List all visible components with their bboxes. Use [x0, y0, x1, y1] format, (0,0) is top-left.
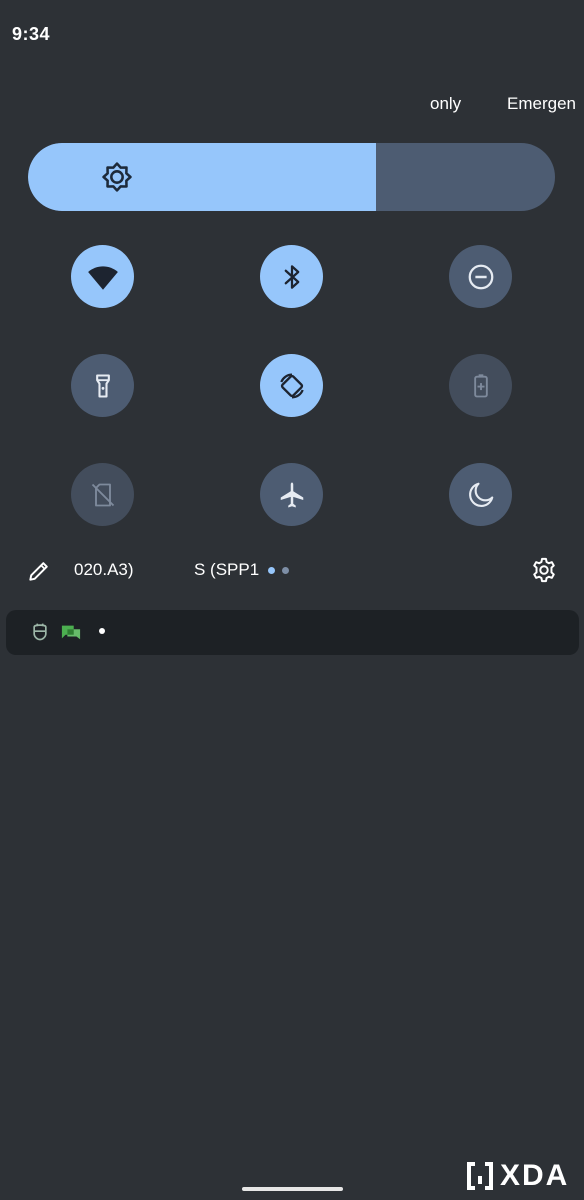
bluetooth-icon [284, 264, 299, 289]
battery-saver-icon [473, 373, 488, 397]
wifi-icon [87, 265, 118, 290]
notification-overflow-dot [99, 628, 105, 634]
pencil-icon[interactable] [26, 558, 52, 584]
tile-auto-rotate[interactable] [260, 354, 323, 417]
network-name-1: 020.A3) [74, 560, 134, 579]
network-name-2: S (SPP1 [194, 560, 260, 579]
quick-settings-footer: 020.A3) S (SPP1 [0, 550, 584, 590]
brightness-icon [102, 162, 132, 192]
xda-logo-icon [467, 1162, 493, 1190]
watermark-text: XDA [500, 1159, 570, 1192]
carrier-header: only Emergen [0, 94, 584, 118]
page-indicator-other [282, 567, 289, 574]
tile-do-not-disturb[interactable] [449, 245, 512, 308]
notification-shelf[interactable] [6, 610, 579, 655]
no-sim-icon [91, 483, 114, 506]
chat-bubbles-icon [61, 625, 81, 640]
status-bar-clock: 9:34 [12, 24, 51, 44]
brightness-slider[interactable] [28, 143, 555, 211]
page-indicator-current [268, 567, 275, 574]
tile-bluetooth[interactable] [260, 245, 323, 308]
quick-settings-screen: 9:34 only Emergen 020.A3) S (SPP1 XDA [0, 0, 584, 1200]
xda-watermark: XDA [466, 1158, 569, 1194]
flashlight-icon [95, 373, 110, 398]
tile-mobile-data[interactable] [71, 463, 134, 526]
tile-flashlight[interactable] [71, 354, 134, 417]
moon-icon [468, 482, 493, 507]
tile-wifi[interactable] [71, 245, 134, 308]
brightness-level-fill[interactable] [28, 143, 376, 211]
tile-airplane-mode[interactable] [260, 463, 323, 526]
tile-battery-saver[interactable] [449, 354, 512, 417]
gear-icon[interactable] [530, 556, 558, 584]
alien-icon [33, 623, 47, 641]
do-not-disturb-icon [468, 264, 493, 289]
emergency-label: Emergen [507, 94, 576, 113]
tile-night-light[interactable] [449, 463, 512, 526]
gesture-navigation-bar[interactable] [242, 1187, 343, 1191]
rotate-icon [279, 373, 304, 398]
airplane-icon [280, 482, 303, 507]
carrier-label: only [430, 94, 462, 113]
